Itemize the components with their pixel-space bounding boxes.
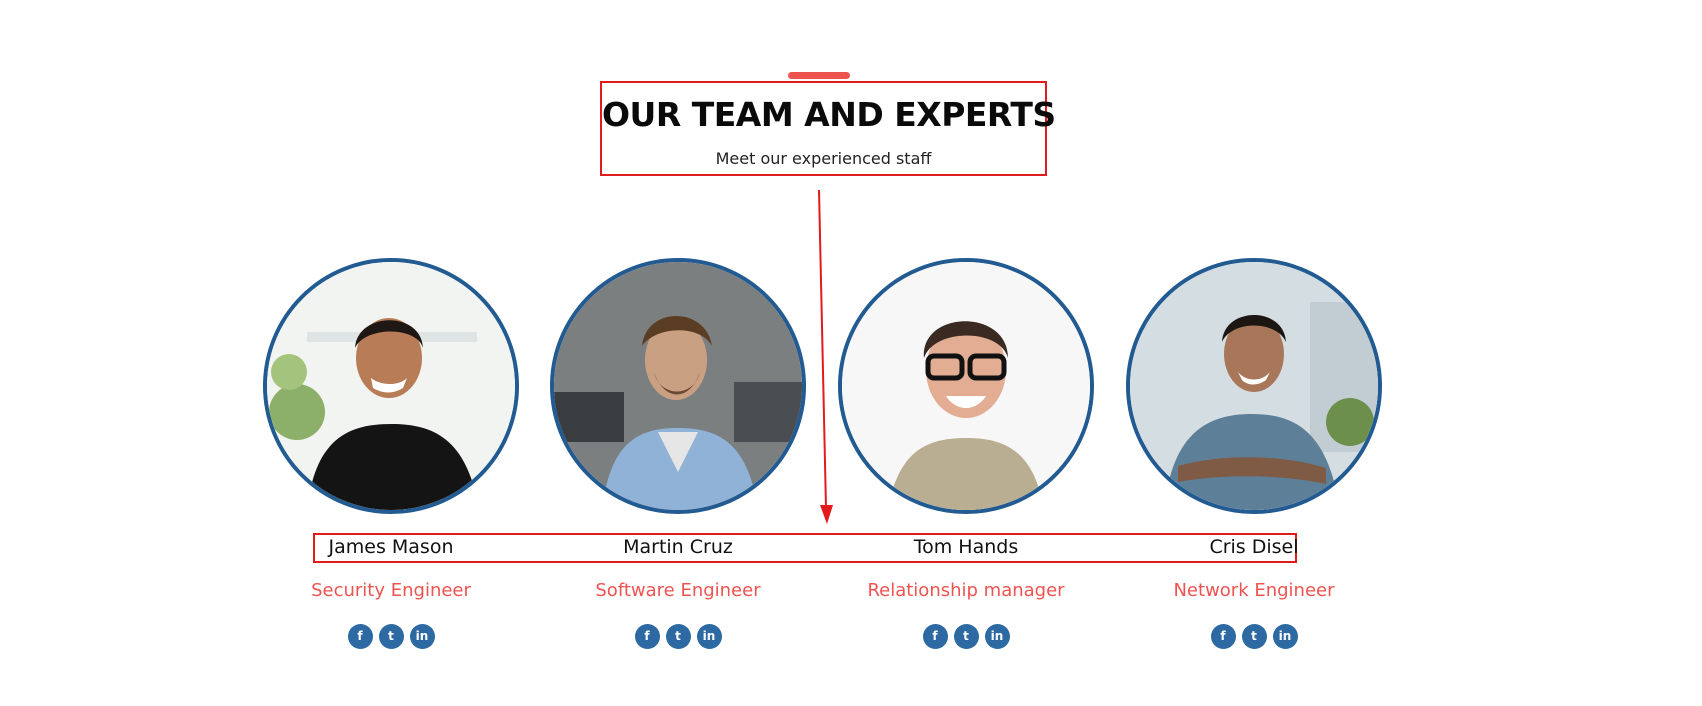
twitter-icon[interactable]: t: [953, 624, 979, 649]
linkedin-icon[interactable]: in: [984, 624, 1010, 649]
facebook-icon[interactable]: f: [347, 624, 373, 649]
facebook-icon[interactable]: f: [634, 624, 660, 649]
member-name: Cris Disel: [1209, 536, 1299, 558]
member-name: Tom Hands: [913, 536, 1019, 558]
member-photo: [838, 258, 1094, 514]
twitter-icon[interactable]: t: [1241, 624, 1267, 649]
linkedin-icon[interactable]: in: [696, 624, 722, 649]
social-links: f t in: [1124, 624, 1384, 649]
team-member-card: Cris Disel Network Engineer f t in: [1124, 258, 1384, 658]
member-role: Relationship manager: [867, 580, 1065, 601]
member-name: Martin Cruz: [623, 536, 733, 558]
linkedin-icon[interactable]: in: [409, 624, 435, 649]
social-links: f t in: [261, 624, 521, 649]
social-links: f t in: [836, 624, 1096, 649]
member-role: Network Engineer: [1173, 580, 1335, 601]
social-links: f t in: [548, 624, 808, 649]
team-member-card: Tom Hands Relationship manager f t in: [836, 258, 1096, 658]
twitter-icon[interactable]: t: [665, 624, 691, 649]
linkedin-icon[interactable]: in: [1272, 624, 1298, 649]
member-photo: [1126, 258, 1382, 514]
team-member-card: Martin Cruz Software Engineer f t in: [548, 258, 808, 658]
member-role: Security Engineer: [311, 580, 471, 601]
member-role: Software Engineer: [595, 580, 761, 601]
team-member-card: James Mason Security Engineer f t in: [261, 258, 521, 658]
facebook-icon[interactable]: f: [1210, 624, 1236, 649]
twitter-icon[interactable]: t: [378, 624, 404, 649]
member-photo: [550, 258, 806, 514]
facebook-icon[interactable]: f: [922, 624, 948, 649]
member-photo: [263, 258, 519, 514]
member-name: James Mason: [328, 536, 454, 558]
